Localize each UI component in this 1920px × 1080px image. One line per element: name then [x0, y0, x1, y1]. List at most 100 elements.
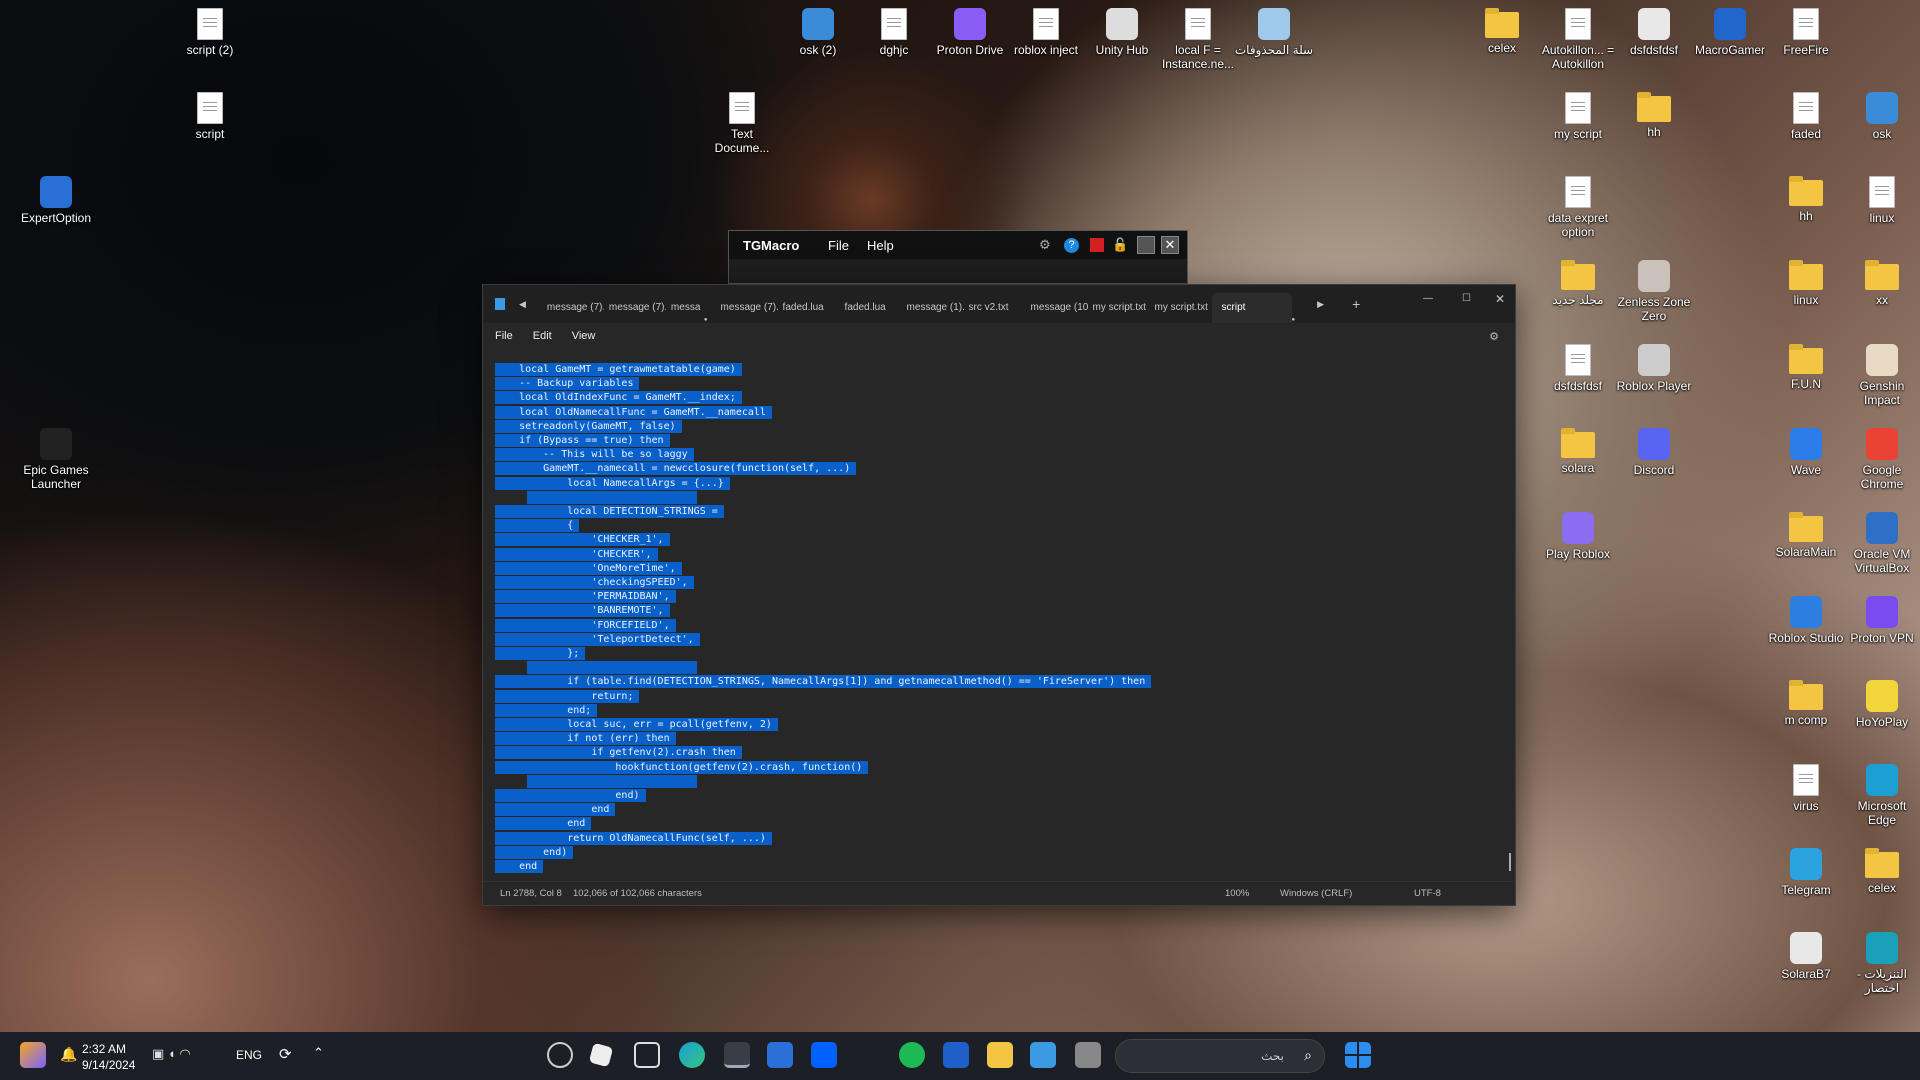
line-ending[interactable]: Windows (CRLF): [1280, 888, 1352, 899]
desktop-icon[interactable]: dghjc: [854, 8, 934, 57]
help-icon[interactable]: ?: [1064, 237, 1079, 253]
settings-gear-icon[interactable]: ⚙: [1489, 330, 1499, 343]
desktop-icon[interactable]: FreeFire: [1766, 8, 1846, 57]
spotify-icon[interactable]: [899, 1042, 925, 1068]
tab[interactable]: message (7).: [716, 293, 778, 323]
new-tab-icon[interactable]: +: [1352, 296, 1360, 312]
desktop-icon[interactable]: virus: [1766, 764, 1846, 813]
desktop-icon[interactable]: script (2): [170, 8, 250, 57]
desktop-icon[interactable]: Unity Hub: [1082, 8, 1162, 57]
desktop-icon[interactable]: HoYoPlay: [1842, 680, 1920, 729]
notification-bell-icon[interactable]: 🔔: [60, 1046, 77, 1063]
desktop-icon[interactable]: roblox inject: [1006, 8, 1086, 57]
tray-icons[interactable]: ▣ ◖ ◠: [152, 1046, 191, 1062]
sync-icon[interactable]: ⟳: [279, 1045, 292, 1063]
tab-scroll-right-icon[interactable]: ▶: [1317, 299, 1324, 310]
gear-icon[interactable]: ⚙: [1039, 237, 1051, 253]
desktop-icon[interactable]: xx: [1842, 260, 1920, 307]
desktop-icon[interactable]: Proton Drive: [930, 8, 1010, 57]
tab[interactable]: src v2.txt: [964, 293, 1026, 323]
minimize-icon[interactable]: [1137, 236, 1155, 254]
code-editor[interactable]: local GameMT = getrawmetatable(game) -- …: [483, 345, 1515, 885]
desktop-icon[interactable]: SolaraB7: [1766, 932, 1846, 981]
menu-file[interactable]: File: [495, 330, 513, 342]
close-icon[interactable]: ✕: [1161, 236, 1179, 254]
encoding[interactable]: UTF-8: [1414, 888, 1441, 899]
desktop-icon[interactable]: التنزيلات - اختصار: [1842, 932, 1920, 995]
widgets-icon[interactable]: [20, 1042, 46, 1068]
task-view-icon[interactable]: [1075, 1042, 1101, 1068]
desktop-icon[interactable]: Oracle VM VirtualBox: [1842, 512, 1920, 575]
file-explorer-icon[interactable]: [987, 1042, 1013, 1068]
menu-edit[interactable]: Edit: [533, 330, 552, 342]
desktop-icon[interactable]: Play Roblox: [1538, 512, 1618, 561]
maximize-icon[interactable]: ☐: [1462, 293, 1471, 304]
desktop-icon[interactable]: celex: [1842, 848, 1920, 895]
start-windows-icon[interactable]: [1345, 1042, 1371, 1068]
minimize-icon[interactable]: —: [1423, 293, 1433, 304]
tab-active[interactable]: script: [1211, 293, 1292, 323]
app-blue-icon[interactable]: [943, 1042, 969, 1068]
desktop-icon[interactable]: dsfdsfdsf: [1614, 8, 1694, 57]
desktop-icon[interactable]: سلة المحذوفات: [1234, 8, 1314, 57]
desktop-icon[interactable]: solara: [1538, 428, 1618, 475]
desktop-icon[interactable]: Zenless Zone Zero: [1614, 260, 1694, 323]
desktop-icon[interactable]: local F = Instance.ne...: [1158, 8, 1238, 71]
tgmacro-menu-help[interactable]: Help: [867, 238, 894, 253]
clock-time[interactable]: 2:32 AM: [82, 1042, 126, 1056]
app-unity-icon[interactable]: [634, 1042, 660, 1068]
app-roblox-icon[interactable]: [588, 1042, 614, 1068]
desktop-icon[interactable]: MacroGamer: [1690, 8, 1770, 57]
desktop-icon[interactable]: hh: [1614, 92, 1694, 139]
desktop-icon[interactable]: linux: [1766, 260, 1846, 307]
tab[interactable]: faded.lua: [778, 293, 840, 323]
tab[interactable]: my script.txt: [1088, 293, 1150, 323]
desktop-icon[interactable]: Google Chrome: [1842, 428, 1920, 491]
tab[interactable]: message (1).: [902, 293, 964, 323]
tab[interactable]: message (7).: [604, 293, 666, 323]
desktop-icon[interactable]: مجلد جديد: [1538, 260, 1618, 307]
desktop-icon[interactable]: data expret option: [1538, 176, 1618, 239]
notepad-app-icon[interactable]: [1030, 1042, 1056, 1068]
dropbox-icon[interactable]: [811, 1042, 837, 1068]
desktop-icon[interactable]: script: [170, 92, 250, 141]
tab[interactable]: message (7).: [542, 293, 604, 323]
scrollbar-thumb[interactable]: [1509, 853, 1511, 871]
store-icon[interactable]: [767, 1042, 793, 1068]
desktop-icon[interactable]: m comp: [1766, 680, 1846, 727]
notepad-taskbar-icon[interactable]: [724, 1042, 750, 1068]
desktop-icon[interactable]: Roblox Studio: [1766, 596, 1846, 645]
tab[interactable]: my script.txt: [1150, 293, 1212, 323]
desktop-icon[interactable]: dsfdsfdsf: [1538, 344, 1618, 393]
tab[interactable]: messa: [666, 293, 704, 323]
clock-date[interactable]: 9/14/2024: [82, 1058, 135, 1072]
desktop-icon[interactable]: hh: [1766, 176, 1846, 223]
edge-icon[interactable]: [679, 1042, 705, 1068]
lock-icon[interactable]: 🔓: [1112, 237, 1128, 253]
search-box[interactable]: بحث ⌕: [1115, 1039, 1325, 1073]
desktop-icon[interactable]: Microsoft Edge: [1842, 764, 1920, 827]
desktop-icon[interactable]: Proton VPN: [1842, 596, 1920, 645]
desktop-icon[interactable]: Telegram: [1766, 848, 1846, 897]
zoom-level[interactable]: 100%: [1225, 888, 1249, 899]
chevron-up-icon[interactable]: ⌃: [313, 1045, 324, 1061]
desktop-icon[interactable]: ExpertOption: [16, 176, 96, 225]
desktop-icon[interactable]: my script: [1538, 92, 1618, 141]
tab-scroll-left-icon[interactable]: ◀: [519, 299, 526, 310]
desktop-icon[interactable]: Epic Games Launcher: [16, 428, 96, 491]
desktop-icon[interactable]: Text Docume...: [702, 92, 782, 155]
input-language[interactable]: ENG: [236, 1048, 262, 1062]
desktop-icon[interactable]: Autokillon... = Autokillon: [1538, 8, 1618, 71]
stop-icon[interactable]: [1090, 238, 1104, 252]
desktop-icon[interactable]: Discord: [1614, 428, 1694, 477]
app-star-icon[interactable]: [547, 1042, 573, 1068]
menu-view[interactable]: View: [572, 330, 596, 342]
tgmacro-menu-file[interactable]: File: [828, 238, 849, 253]
desktop-icon[interactable]: Roblox Player: [1614, 344, 1694, 393]
desktop-icon[interactable]: osk (2): [778, 8, 858, 57]
desktop-icon[interactable]: SolaraMain: [1766, 512, 1846, 559]
desktop-icon[interactable]: Wave: [1766, 428, 1846, 477]
desktop-icon[interactable]: celex: [1462, 8, 1542, 55]
tab[interactable]: message (10: [1026, 293, 1088, 323]
desktop-icon[interactable]: faded: [1766, 92, 1846, 141]
